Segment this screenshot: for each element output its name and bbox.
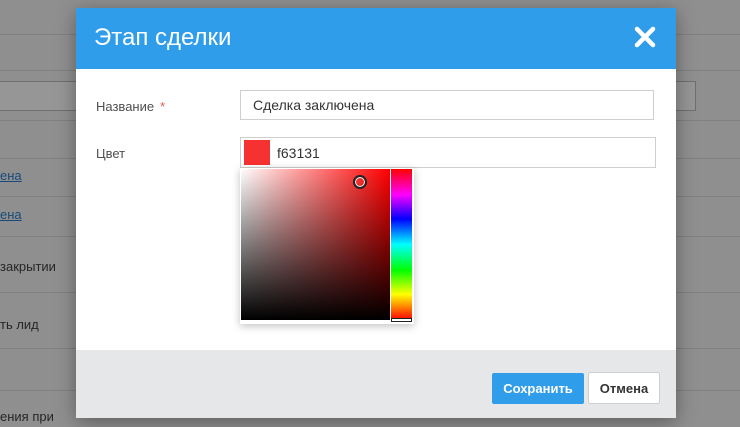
color-field-label: Цвет	[96, 146, 126, 161]
background-label: ть лид	[0, 317, 39, 332]
required-mark: *	[160, 99, 166, 114]
name-input[interactable]	[240, 90, 654, 120]
hue-slider[interactable]	[391, 169, 412, 320]
close-button[interactable]	[630, 22, 660, 52]
deal-stage-dialog: Этап сделки Название * Цвет Сохранить Отм…	[76, 8, 676, 418]
hue-slider-handle[interactable]	[391, 318, 412, 322]
dialog-title: Этап сделки	[94, 24, 232, 51]
background-input	[0, 81, 80, 111]
color-field[interactable]	[240, 137, 656, 168]
close-icon	[634, 26, 656, 48]
background-input	[674, 81, 696, 111]
cancel-button[interactable]: Отмена	[588, 372, 660, 404]
save-button[interactable]: Сохранить	[492, 373, 584, 404]
background-link: ена	[0, 207, 22, 222]
background-label: ения при	[0, 409, 54, 424]
background-label: закрытии	[0, 259, 56, 274]
dialog-footer: Сохранить Отмена	[76, 350, 676, 418]
name-field-label: Название *	[96, 99, 165, 114]
name-label-text: Название	[96, 99, 155, 114]
color-picker-cursor[interactable]	[353, 175, 368, 190]
color-hex-input[interactable]	[277, 138, 647, 167]
color-picker	[240, 168, 414, 324]
color-swatch[interactable]	[244, 140, 270, 165]
saturation-value-area[interactable]	[241, 169, 390, 320]
dialog-header: Этап сделки	[76, 8, 676, 69]
background-link: ена	[0, 168, 22, 183]
